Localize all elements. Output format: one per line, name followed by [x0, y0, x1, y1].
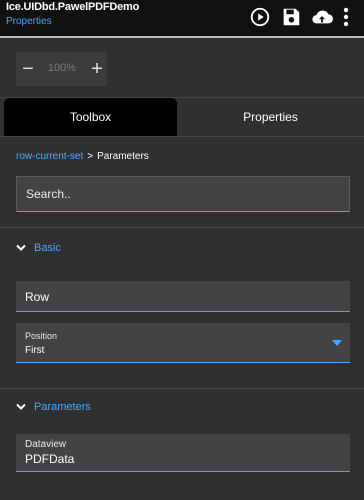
- more-vert-icon[interactable]: [337, 5, 355, 29]
- header-divider: [0, 36, 364, 38]
- chevron-down-icon: [16, 403, 26, 410]
- row-field-value: Row: [25, 290, 50, 304]
- app-header: Ice.UIDbd.PawelPDFDemo Properties: [0, 0, 364, 36]
- position-value: First: [25, 345, 45, 356]
- dataview-label: Dataview: [25, 439, 67, 450]
- row-field[interactable]: Row: [16, 281, 350, 312]
- tabs-divider: [0, 136, 364, 137]
- tab-properties[interactable]: Properties: [177, 98, 364, 136]
- position-label: Position: [25, 331, 58, 341]
- breadcrumb-separator: >: [87, 151, 94, 162]
- zoom-in-button[interactable]: +: [85, 52, 109, 86]
- app-title: Ice.UIDbd.PawelPDFDemo: [6, 1, 140, 13]
- breadcrumb: row-current-set > Parameters: [16, 151, 149, 162]
- position-select[interactable]: Position First: [16, 323, 350, 363]
- play-circle-icon[interactable]: [248, 5, 272, 29]
- search-input[interactable]: [17, 177, 349, 211]
- zoom-out-button[interactable]: −: [16, 52, 40, 86]
- zoom-level: 100%: [47, 62, 77, 74]
- breadcrumb-current: Parameters: [97, 151, 149, 162]
- chevron-down-icon: [16, 244, 26, 251]
- tab-toolbox[interactable]: Toolbox: [4, 98, 177, 136]
- app-subtitle[interactable]: Properties: [6, 16, 52, 27]
- section-parameters-header[interactable]: Parameters: [16, 401, 91, 413]
- zoom-control: − 100% +: [16, 52, 107, 86]
- section-parameters-label: Parameters: [34, 401, 91, 413]
- section-basic-header[interactable]: Basic: [16, 242, 61, 254]
- cloud-upload-icon[interactable]: [310, 5, 334, 29]
- divider: [0, 227, 364, 228]
- dataview-value: PDFData: [25, 452, 75, 466]
- breadcrumb-link[interactable]: row-current-set: [16, 151, 83, 162]
- search-box: [16, 176, 350, 212]
- section-basic-label: Basic: [34, 242, 61, 254]
- dataview-field[interactable]: Dataview PDFData: [16, 434, 350, 472]
- divider: [0, 388, 364, 389]
- dropdown-arrow-icon: [332, 340, 342, 346]
- save-icon[interactable]: [279, 5, 303, 29]
